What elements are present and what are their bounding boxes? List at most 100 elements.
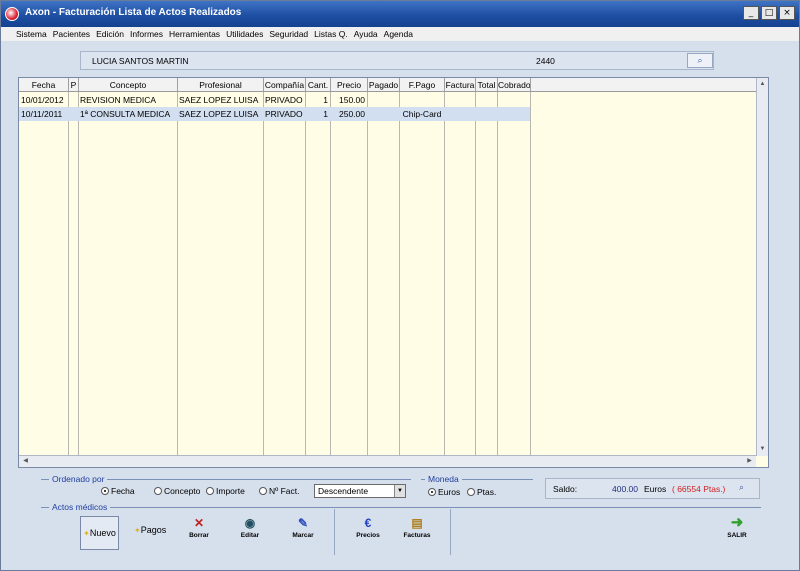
cell-fpago [400, 93, 444, 107]
col-header-compania[interactable]: Compañía [264, 78, 306, 92]
ordenado-por-label: Ordenado por [49, 474, 108, 484]
saldo-label: Saldo: [553, 484, 578, 494]
currency-euros-radio[interactable]: Euros [428, 487, 460, 497]
radio-dot [428, 488, 436, 496]
radio-label: Nº Fact. [269, 486, 300, 496]
toolbar-separator [334, 509, 335, 555]
cell-factura [446, 107, 475, 121]
grid-col-separator [475, 78, 476, 455]
sort-nfact-radio[interactable]: Nº Fact. [259, 486, 300, 496]
borrar-button[interactable]: ✕ Borrar [184, 514, 214, 552]
euro-icon: € [364, 516, 372, 530]
magnifier-icon[interactable]: ⌕ [739, 482, 744, 493]
grid-col-separator [305, 78, 306, 455]
menu-bar: Sistema Pacientes Edición Informes Herra… [1, 27, 799, 41]
editar-button[interactable]: ◉ Editar [235, 514, 265, 552]
cell-profesional: SAEZ LOPEZ LUISA [179, 109, 259, 119]
grid-col-separator [367, 78, 368, 455]
menu-ayuda[interactable]: Ayuda [351, 27, 381, 41]
close-button[interactable]: × [779, 6, 795, 20]
app-window: Axon - Facturación Lista de Actos Realiz… [0, 0, 800, 571]
col-header-p[interactable]: P [69, 78, 79, 92]
cell-precio: 150.00 [339, 95, 365, 105]
menu-sistema[interactable]: Sistema [13, 27, 50, 41]
col-header-pagado[interactable]: Pagado [368, 78, 400, 92]
cell-p [70, 107, 78, 121]
menu-pacientes[interactable]: Pacientes [50, 27, 93, 41]
nuevo-button[interactable]: ✦Nuevo [80, 516, 119, 550]
chevron-down-icon[interactable]: ▼ [394, 485, 405, 497]
minimize-button[interactable]: _ [743, 6, 759, 20]
menu-listas-q[interactable]: Listas Q. [311, 27, 351, 41]
col-header-profesional[interactable]: Profesional [178, 78, 264, 92]
grid-col-separator [330, 78, 331, 455]
axon-logo-icon [5, 7, 19, 21]
col-header-factura[interactable]: Factura [445, 78, 476, 92]
scroll-right-arrow-icon[interactable]: ▶ [744, 456, 755, 467]
saldo-ptas: ( 66554 Ptas.) [672, 484, 726, 494]
facturas-label: Facturas [403, 532, 431, 539]
grid-col-separator [497, 78, 498, 455]
sort-order-select[interactable]: Descendente ▼ [314, 484, 406, 498]
cell-p [70, 93, 78, 107]
menu-utilidades[interactable]: Utilidades [223, 27, 266, 41]
scroll-down-arrow-icon[interactable]: ▼ [757, 444, 768, 455]
patient-id: 2440 [536, 56, 555, 66]
menu-seguridad[interactable]: Seguridad [266, 27, 311, 41]
cell-pagado [369, 107, 399, 121]
patient-name: LUCIA SANTOS MARTIN [92, 56, 189, 66]
horizontal-scrollbar[interactable]: ◀ ▶ [19, 455, 756, 467]
currency-ptas-radio[interactable]: Ptas. [467, 487, 496, 497]
maximize-button[interactable]: □ [761, 6, 777, 20]
pagos-label: Pagos [140, 525, 167, 535]
cell-fpago: Chip-Card [402, 109, 442, 119]
menu-agenda[interactable]: Agenda [381, 27, 416, 41]
cell-cobrado [499, 93, 530, 107]
col-header-concepto[interactable]: Concepto [79, 78, 178, 92]
col-header-cobrado[interactable]: Cobrado [498, 78, 531, 92]
exit-arrow-icon: ➜ [730, 514, 744, 531]
cell-compania: PRIVADO [265, 109, 303, 119]
cell-pagado [369, 93, 399, 107]
precios-button[interactable]: € Precios [351, 514, 385, 552]
actos-medicos-group: Actos médicos [41, 502, 761, 512]
precios-label: Precios [356, 532, 380, 539]
scroll-up-arrow-icon[interactable]: ▲ [757, 79, 768, 90]
cell-cant: 1 [323, 95, 328, 105]
title-bar[interactable]: Axon - Facturación Lista de Actos Realiz… [1, 1, 799, 27]
eye-icon: ◉ [244, 516, 256, 530]
cell-precio: 250.00 [339, 109, 365, 119]
radio-label: Importe [216, 486, 245, 496]
salir-button[interactable]: ➜ SALIR [721, 514, 753, 552]
cell-factura [446, 93, 475, 107]
grid-col-separator [530, 78, 531, 455]
menu-herramientas[interactable]: Herramientas [166, 27, 223, 41]
acts-grid[interactable]: Fecha P Concepto Profesional Compañía Ca… [18, 77, 769, 468]
col-header-fpago[interactable]: F.Pago [400, 78, 445, 92]
menu-edicion[interactable]: Edición [93, 27, 127, 41]
menu-informes[interactable]: Informes [127, 27, 166, 41]
radio-label: Euros [438, 487, 461, 497]
facturas-button[interactable]: ▤ Facturas [399, 514, 435, 552]
saldo-currency: Euros [644, 484, 667, 494]
table-row[interactable]: 10/01/2012 REVISION MEDICA SAEZ LOPEZ LU… [19, 93, 530, 107]
pagos-button[interactable]: ✦Pagos [134, 525, 166, 535]
col-header-precio[interactable]: Precio [331, 78, 368, 92]
col-header-total[interactable]: Total [476, 78, 498, 92]
marcar-button[interactable]: ✎ Marcar [287, 514, 319, 552]
grid-col-separator [78, 78, 79, 455]
vertical-scrollbar[interactable]: ▲ ▼ [756, 78, 768, 456]
table-row[interactable]: 10/11/2011 1ª CONSULTA MEDICA SAEZ LOPEZ… [19, 107, 530, 121]
sort-concepto-radio[interactable]: Concepto [154, 486, 200, 496]
scroll-left-arrow-icon[interactable]: ◀ [20, 456, 31, 467]
col-header-fecha[interactable]: Fecha [19, 78, 69, 92]
invoice-icon: ▤ [411, 516, 423, 530]
sort-importe-radio[interactable]: Importe [206, 486, 245, 496]
radio-label: Fecha [111, 486, 135, 496]
sort-fecha-radio[interactable]: Fecha [101, 486, 135, 496]
grid-col-separator [177, 78, 178, 455]
col-header-cant[interactable]: Cant. [306, 78, 331, 92]
patient-search-button[interactable]: ⌕ [687, 53, 713, 68]
radio-label: Ptas. [477, 487, 497, 497]
magnifier-icon: ⌕ [697, 55, 703, 65]
